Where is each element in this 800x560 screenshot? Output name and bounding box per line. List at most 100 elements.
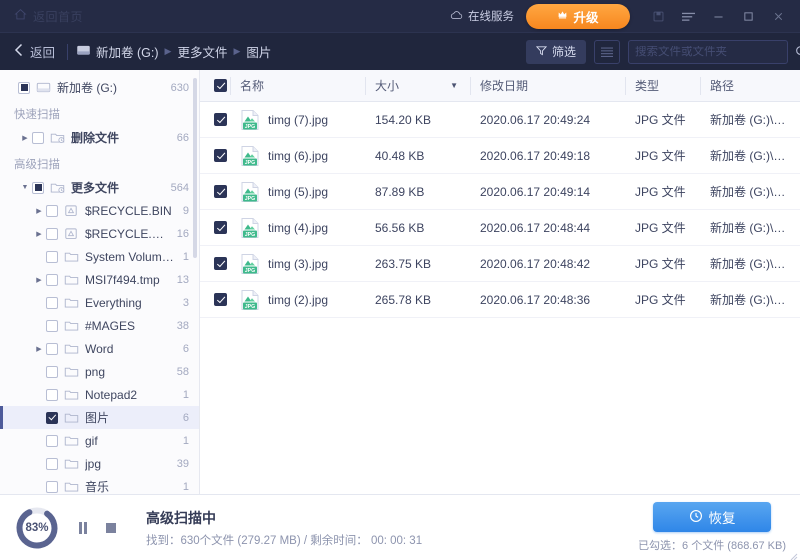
home-button[interactable]: 返回首页	[0, 0, 93, 32]
search-box[interactable]	[628, 40, 788, 64]
cell-path: 新加卷 (G:)\更多文件...	[700, 210, 800, 246]
sidebar-item-1-1[interactable]: ▶$RECYCLE.BIN9	[0, 199, 199, 222]
row-checkbox-cell[interactable]	[200, 174, 230, 210]
breadcrumb-item-drive[interactable]: 新加卷 (G:)	[76, 42, 159, 61]
row-checkbox[interactable]	[214, 113, 227, 126]
cell-path: 新加卷 (G:)\更多文件...	[700, 174, 800, 210]
online-service-button[interactable]: 在线服务	[450, 8, 514, 24]
sidebar-item-1-9[interactable]: Notepad21	[0, 383, 199, 406]
folder-icon	[63, 457, 79, 470]
tree-checkbox[interactable]	[46, 274, 58, 286]
row-checkbox[interactable]	[214, 293, 227, 306]
sidebar-item-1-13[interactable]: 音乐1	[0, 475, 199, 494]
sidebar-item-root-drive[interactable]: 新加卷 (G:)630	[0, 76, 199, 99]
header-column-size[interactable]: 大小 ▼	[365, 70, 470, 102]
upgrade-button[interactable]: 升级	[526, 4, 630, 29]
recover-button[interactable]: 恢复	[653, 502, 771, 532]
chevron-right-icon[interactable]: ▶	[32, 345, 46, 353]
row-checkbox-cell[interactable]	[200, 282, 230, 318]
tree-checkbox[interactable]	[46, 297, 58, 309]
breadcrumb-item-current[interactable]: 图片	[246, 42, 271, 61]
row-checkbox[interactable]	[214, 257, 227, 270]
sidebar-item-1-11[interactable]: gif1	[0, 429, 199, 452]
sidebar-item-0-0[interactable]: ▶删除文件66	[0, 126, 199, 149]
file-name-label: timg (5).jpg	[268, 185, 328, 199]
sidebar-scrollbar[interactable]	[193, 78, 197, 258]
sidebar-item-1-10[interactable]: 图片6	[0, 406, 199, 429]
cell-path: 新加卷 (G:)\更多文件...	[700, 282, 800, 318]
header-column-date[interactable]: 修改日期	[470, 70, 625, 102]
cell-date: 2020.06.17 20:49:24	[470, 102, 625, 138]
caret-down-icon[interactable]: ▼	[450, 81, 458, 90]
maximize-icon[interactable]	[734, 2, 762, 30]
resize-grip[interactable]	[788, 548, 798, 558]
tree-checkbox[interactable]	[46, 251, 58, 263]
sidebar-item-1-8[interactable]: png58	[0, 360, 199, 383]
progress-percent: 83%	[14, 505, 60, 551]
header-column-type[interactable]: 类型	[625, 70, 700, 102]
search-icon[interactable]	[795, 45, 800, 58]
hamburger-menu-icon[interactable]	[674, 2, 702, 30]
tree-checkbox[interactable]	[32, 132, 44, 144]
chevron-right-icon[interactable]: ▶	[32, 207, 46, 215]
jpg-file-icon: JPG	[240, 253, 260, 275]
tree-item-label: $RECYCLE.BIN	[85, 204, 177, 218]
cell-name: JPGtimg (4).jpg	[230, 210, 365, 246]
select-all-checkbox[interactable]	[214, 79, 227, 92]
header-column-name[interactable]: 名称	[230, 70, 365, 102]
table-row[interactable]: JPGtimg (3).jpg263.75 KB2020.06.17 20:48…	[200, 246, 800, 282]
sidebar-item-1-4[interactable]: ▶MSI7f494.tmp13	[0, 268, 199, 291]
chevron-right-icon[interactable]: ▶	[32, 230, 46, 238]
tree-checkbox[interactable]	[18, 82, 30, 94]
header-select-all[interactable]	[200, 70, 230, 102]
tree-checkbox[interactable]	[46, 458, 58, 470]
search-input[interactable]	[629, 46, 795, 58]
tree-checkbox[interactable]	[46, 435, 58, 447]
chevron-down-icon[interactable]: ▼	[18, 184, 32, 191]
filter-button[interactable]: 筛选	[526, 40, 586, 64]
tree-checkbox[interactable]	[46, 389, 58, 401]
save-icon[interactable]	[644, 2, 672, 30]
pause-icon[interactable]	[74, 519, 92, 537]
tree-checkbox[interactable]	[46, 205, 58, 217]
table-row[interactable]: JPGtimg (4).jpg56.56 KB2020.06.17 20:48:…	[200, 210, 800, 246]
sidebar-item-1-0[interactable]: ▼更多文件564	[0, 176, 199, 199]
sidebar-item-1-12[interactable]: jpg39	[0, 452, 199, 475]
filter-label: 筛选	[552, 43, 576, 60]
list-view-icon[interactable]	[594, 40, 620, 64]
row-checkbox-cell[interactable]	[200, 246, 230, 282]
row-checkbox-cell[interactable]	[200, 210, 230, 246]
row-checkbox[interactable]	[214, 185, 227, 198]
tree-checkbox[interactable]	[46, 481, 58, 493]
sidebar-item-1-6[interactable]: #MAGES38	[0, 314, 199, 337]
stop-icon[interactable]	[102, 519, 120, 537]
table-row[interactable]: JPGtimg (5).jpg87.89 KB2020.06.17 20:49:…	[200, 174, 800, 210]
sidebar-item-1-7[interactable]: ▶Word6	[0, 337, 199, 360]
row-checkbox[interactable]	[214, 221, 227, 234]
sidebar-item-1-5[interactable]: Everything3	[0, 291, 199, 314]
cell-size: 263.75 KB	[365, 246, 470, 282]
row-checkbox[interactable]	[214, 149, 227, 162]
table-row[interactable]: JPGtimg (6).jpg40.48 KB2020.06.17 20:49:…	[200, 138, 800, 174]
chevron-right-icon[interactable]: ▶	[32, 276, 46, 284]
row-checkbox-cell[interactable]	[200, 138, 230, 174]
table-row[interactable]: JPGtimg (7).jpg154.20 KB2020.06.17 20:49…	[200, 102, 800, 138]
chevron-right-icon[interactable]: ▶	[18, 134, 32, 142]
app-window: 返回首页 在线服务 升级	[0, 0, 800, 560]
table-row[interactable]: JPGtimg (2).jpg265.78 KB2020.06.17 20:48…	[200, 282, 800, 318]
tree-checkbox[interactable]	[46, 320, 58, 332]
sidebar-item-1-2[interactable]: ▶$RECYCLE.BIN16	[0, 222, 199, 245]
breadcrumb-item-folder[interactable]: 更多文件	[177, 42, 227, 61]
tree-checkbox[interactable]	[46, 228, 58, 240]
tree-checkbox[interactable]	[46, 412, 58, 424]
header-column-path[interactable]: 路径	[700, 70, 800, 102]
tree-checkbox[interactable]	[32, 182, 44, 194]
table-body: JPGtimg (7).jpg154.20 KB2020.06.17 20:49…	[200, 102, 800, 494]
row-checkbox-cell[interactable]	[200, 102, 230, 138]
back-button[interactable]: 返回	[0, 33, 67, 71]
tree-checkbox[interactable]	[46, 366, 58, 378]
close-icon[interactable]	[764, 2, 792, 30]
tree-checkbox[interactable]	[46, 343, 58, 355]
sidebar-item-1-3[interactable]: System Volume Inf...1	[0, 245, 199, 268]
minimize-icon[interactable]	[704, 2, 732, 30]
